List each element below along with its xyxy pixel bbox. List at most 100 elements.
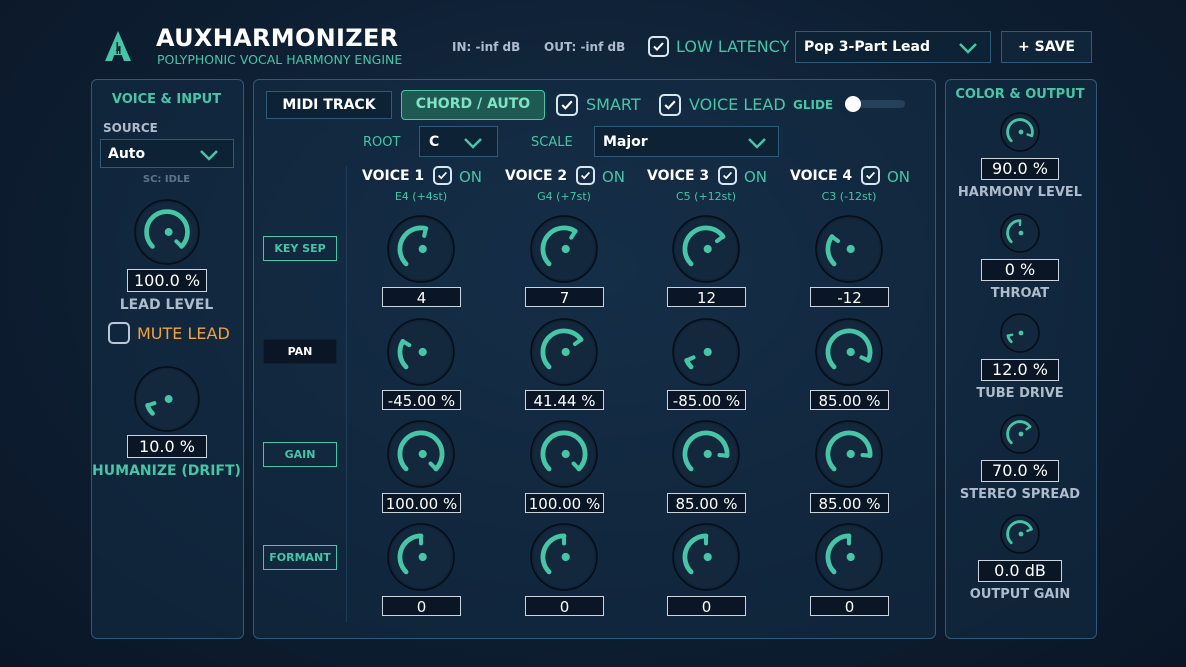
voice-on-checkbox[interactable]	[718, 166, 737, 185]
voice-1-gain-value[interactable]: 100.00 %	[382, 493, 461, 513]
grid-divider	[346, 166, 347, 622]
check-icon	[580, 171, 591, 180]
voice-2-formant-knob[interactable]	[530, 523, 598, 595]
lead-level-label: LEAD LEVEL	[119, 297, 214, 313]
voice-4-key-sep-value[interactable]: -12	[810, 287, 889, 307]
smart-checkbox[interactable]	[556, 94, 578, 116]
output-knob-tube-drive[interactable]	[1000, 313, 1040, 357]
output-knob-label: OUTPUT GAIN	[969, 587, 1071, 602]
glide-label: GLIDE	[793, 98, 834, 112]
output-knob-value[interactable]: 70.0 %	[981, 460, 1059, 482]
voice-4-pan-value[interactable]: 85.00 %	[810, 390, 889, 410]
chevron-down-icon	[959, 43, 977, 54]
voice-note: G4 (+7st)	[537, 190, 591, 203]
voice-3-gain-knob[interactable]	[672, 420, 740, 492]
voice-2-key-sep-knob[interactable]	[530, 215, 598, 287]
check-icon	[561, 100, 573, 110]
voice-on-label[interactable]: ON	[459, 168, 482, 186]
lead-level-knob[interactable]	[134, 199, 200, 269]
voice-2-gain-knob[interactable]	[530, 420, 598, 492]
voice-3-key-sep-value[interactable]: 12	[667, 287, 746, 307]
voice-3-pan-value[interactable]: -85.00 %	[667, 390, 746, 410]
voice-3-key-sep-knob[interactable]	[672, 215, 740, 287]
voice-4-key-sep-knob[interactable]	[815, 215, 883, 287]
voice-on-label[interactable]: ON	[744, 168, 767, 186]
output-meter: OUT: -inf dB	[544, 40, 626, 54]
voice-name: VOICE 2	[505, 168, 568, 184]
humanize-value[interactable]: 10.0 %	[127, 435, 207, 458]
voice-3-pan-knob[interactable]	[672, 318, 740, 390]
check-icon	[437, 171, 448, 180]
voice-4-formant-knob[interactable]	[815, 523, 883, 595]
voice-on-label[interactable]: ON	[602, 168, 625, 186]
voice-lead-checkbox[interactable]	[659, 94, 681, 116]
mute-lead-label[interactable]: MUTE LEAD	[137, 324, 230, 343]
low-latency-checkbox[interactable]	[648, 36, 669, 57]
glide-slider[interactable]	[845, 96, 905, 112]
mute-lead-checkbox[interactable]	[108, 322, 130, 344]
row-label-key-sep[interactable]: KEY SEP	[263, 236, 337, 261]
output-knob-value[interactable]: 0.0 dB	[978, 560, 1062, 582]
voice-1-pan-knob[interactable]	[387, 318, 455, 390]
voice-4-gain-knob[interactable]	[815, 420, 883, 492]
voice-4-pan-knob[interactable]	[815, 318, 883, 390]
preset-select[interactable]: Pop 3-Part Lead	[795, 31, 991, 63]
scale-value: Major	[603, 134, 648, 150]
glide-slider-thumb[interactable]	[845, 96, 861, 112]
voice-3-formant-knob[interactable]	[672, 523, 740, 595]
output-knob-value[interactable]: 12.0 %	[981, 359, 1059, 381]
output-knob-label: STEREO SPREAD	[959, 487, 1081, 502]
app-title: AUXHARMONIZER	[156, 24, 399, 52]
voice-on-checkbox[interactable]	[433, 166, 452, 185]
root-value: C	[429, 134, 440, 150]
midi-track-button[interactable]: MIDI TRACK	[266, 91, 392, 119]
voice-1-key-sep-knob[interactable]	[387, 215, 455, 287]
input-meter: IN: -inf dB	[452, 40, 521, 54]
output-knob-value[interactable]: 0 %	[981, 259, 1059, 281]
source-select[interactable]: Auto	[100, 139, 234, 168]
output-knob-harmony-level[interactable]	[1000, 112, 1040, 156]
row-label-formant[interactable]: FORMANT	[263, 545, 337, 570]
output-knob-value[interactable]: 90.0 %	[981, 158, 1059, 180]
output-knob-throat[interactable]	[1000, 213, 1040, 257]
low-latency-label[interactable]: LOW LATENCY	[676, 37, 789, 56]
voice-2-pan-knob[interactable]	[530, 318, 598, 390]
voice-1-pan-value[interactable]: -45.00 %	[382, 390, 461, 410]
voice-2-gain-value[interactable]: 100.00 %	[525, 493, 604, 513]
chevron-down-icon	[464, 138, 482, 149]
output-knob-label: THROAT	[990, 286, 1050, 301]
voice-3-formant-value[interactable]: 0	[667, 596, 746, 616]
scale-label: SCALE	[531, 135, 573, 150]
voice-2-key-sep-value[interactable]: 7	[525, 287, 604, 307]
voice-on-label[interactable]: ON	[887, 168, 910, 186]
voice-lead-label[interactable]: VOICE LEAD	[689, 95, 786, 114]
voice-on-checkbox[interactable]	[576, 166, 595, 185]
smart-label[interactable]: SMART	[586, 95, 641, 114]
color-output-title: COLOR & OUTPUT	[955, 87, 1085, 102]
voice-3-gain-value[interactable]: 85.00 %	[667, 493, 746, 513]
voice-1-gain-knob[interactable]	[387, 420, 455, 492]
output-knob-output-gain[interactable]	[1000, 514, 1040, 558]
root-select[interactable]: C	[419, 126, 498, 157]
row-label-gain[interactable]: GAIN	[263, 442, 337, 467]
row-label-pan[interactable]: PAN	[263, 339, 337, 364]
voice-2-pan-value[interactable]: 41.44 %	[525, 390, 604, 410]
chord-auto-button[interactable]: CHORD / AUTO	[401, 90, 545, 120]
voice-1-formant-value[interactable]: 0	[382, 596, 461, 616]
voice-1-key-sep-value[interactable]: 4	[382, 287, 461, 307]
voice-input-title: VOICE & INPUT	[111, 92, 222, 107]
scale-select[interactable]: Major	[594, 126, 779, 157]
app-subtitle: POLYPHONIC VOCAL HARMONY ENGINE	[157, 52, 403, 67]
voice-4-formant-value[interactable]: 0	[810, 596, 889, 616]
save-button[interactable]: + SAVE	[1001, 31, 1092, 63]
voice-1-formant-knob[interactable]	[387, 523, 455, 595]
source-value: Auto	[108, 146, 146, 162]
output-knob-stereo-spread[interactable]	[1000, 414, 1040, 458]
voice-4-gain-value[interactable]: 85.00 %	[810, 493, 889, 513]
lead-level-value[interactable]: 100.0 %	[127, 269, 207, 292]
humanize-knob[interactable]	[134, 366, 200, 436]
voice-2-formant-value[interactable]: 0	[525, 596, 604, 616]
output-knob-label: TUBE DRIVE	[976, 386, 1064, 401]
voice-on-checkbox[interactable]	[861, 166, 880, 185]
check-icon	[664, 100, 676, 110]
